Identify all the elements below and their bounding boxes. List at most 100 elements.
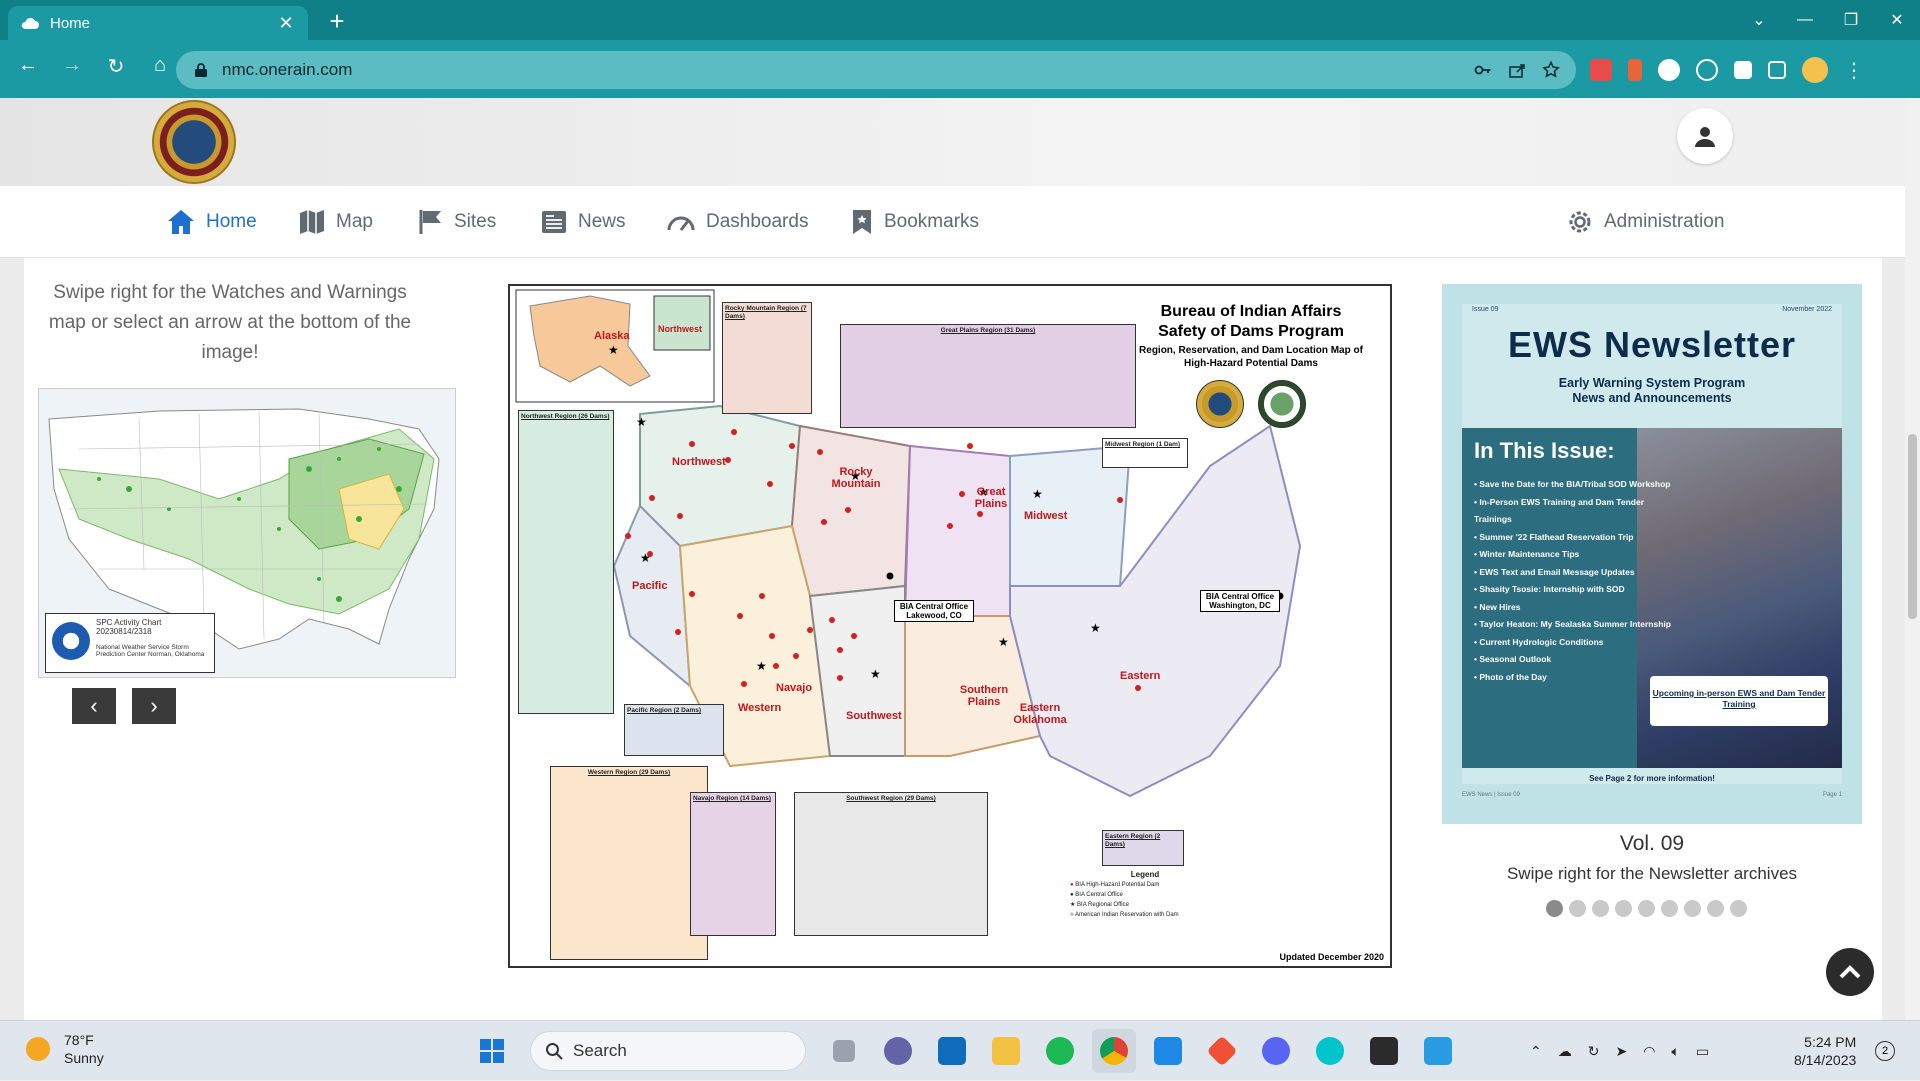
sidepanel-icon[interactable]	[1768, 61, 1786, 79]
carousel-dot[interactable]	[1730, 900, 1747, 917]
grammar-extension-icon[interactable]	[1658, 59, 1680, 81]
site-header	[0, 98, 1905, 186]
newsletter-body: In This Issue: Save the Date for the BIA…	[1462, 428, 1842, 768]
onedrive-icon[interactable]: ☁	[1558, 1043, 1572, 1060]
next-map-button[interactable]: ›	[132, 688, 176, 724]
bia-seal-logo[interactable]	[152, 100, 236, 184]
taskbar-search[interactable]: Search	[530, 1031, 806, 1071]
share-icon[interactable]	[1508, 61, 1526, 79]
teams-icon[interactable]	[876, 1029, 920, 1073]
puzzle-icon[interactable]	[1734, 61, 1752, 79]
nav-news[interactable]: News	[540, 186, 626, 258]
chrome-icon[interactable]	[1092, 1029, 1136, 1073]
main-nav: Home Map Sites News Dashboards Bookmarks…	[0, 186, 1905, 258]
flag-icon	[419, 210, 441, 234]
start-button[interactable]	[470, 1029, 514, 1073]
prev-map-button[interactable]: ‹	[72, 688, 116, 724]
terminal-icon[interactable]	[1362, 1029, 1406, 1073]
nav-home[interactable]: Home	[166, 186, 257, 258]
nav-sites[interactable]: Sites	[418, 186, 496, 258]
carousel-dot[interactable]	[1569, 900, 1586, 917]
central-office-washington: BIA Central Office Washington, DC	[1200, 590, 1280, 612]
menu-icon[interactable]: ⋮	[1844, 58, 1864, 83]
scrollbar-thumb[interactable]	[1908, 434, 1917, 619]
nav-administration[interactable]: Administration	[1566, 186, 1724, 258]
training-callout[interactable]: Upcoming in-person EWS and Dam Tender Tr…	[1650, 676, 1828, 726]
spotify-icon[interactable]	[1038, 1029, 1082, 1073]
spc-caption: SPC Activity Chart 20230814/2318 Nationa…	[45, 613, 215, 673]
photos-icon[interactable]	[1416, 1029, 1460, 1073]
region-alaska: Alaska	[594, 330, 630, 342]
tab-bar: Home ✕ + ⌄ — ❐ ✕	[0, 0, 1920, 40]
svg-text:★: ★	[608, 343, 619, 357]
volume-icon[interactable]: 🔈︎	[1671, 1043, 1679, 1060]
see-page-2: See Page 2 for more information!	[1589, 774, 1715, 783]
nav-dashboards[interactable]: Dashboards	[666, 186, 808, 258]
location-icon[interactable]: ➤	[1615, 1043, 1627, 1060]
user-menu-button[interactable]	[1677, 108, 1733, 164]
carousel-dot[interactable]	[1615, 900, 1632, 917]
noaa-logo	[52, 622, 90, 660]
chevron-up-icon[interactable]: ⌃	[1530, 1043, 1542, 1060]
vscode-icon[interactable]	[1146, 1029, 1190, 1073]
new-tab-button[interactable]: +	[322, 6, 352, 37]
weather-widget[interactable]: 78°F Sunny	[26, 1031, 104, 1067]
newsletter-subtitle: Early Warning System Program News and An…	[1558, 376, 1746, 405]
home-icon	[168, 210, 194, 234]
chevron-up-icon	[1839, 965, 1861, 979]
close-window-icon[interactable]: ✕	[1874, 10, 1920, 30]
newsletter-slide[interactable]: Issue 09 November 2022 EWS Newsletter Ea…	[1442, 284, 1862, 824]
profile-avatar[interactable]	[1802, 57, 1828, 83]
page-scrollbar[interactable]	[1905, 98, 1920, 1020]
carousel-dot[interactable]	[1684, 900, 1701, 917]
forward-icon[interactable]: →	[52, 54, 92, 79]
dam-location-map[interactable]: ★ ★ ★ ★ ★ ★ ★ ★ ★ ★ Alaska Northwest Northwest…	[508, 284, 1392, 968]
task-view-icon[interactable]	[822, 1029, 866, 1073]
pdf-extension-icon[interactable]	[1628, 59, 1642, 81]
react-extension-icon[interactable]	[1696, 59, 1718, 81]
newsletter-cover: Issue 09 November 2022 EWS Newsletter Ea…	[1462, 304, 1842, 784]
newspaper-icon	[542, 211, 566, 233]
star-icon[interactable]	[1542, 61, 1560, 79]
canva-icon[interactable]	[1308, 1029, 1352, 1073]
file-explorer-icon[interactable]	[984, 1029, 1028, 1073]
carousel-dot[interactable]	[1707, 900, 1724, 917]
nav-bookmarks[interactable]: Bookmarks	[850, 186, 979, 258]
discord-icon[interactable]	[1254, 1029, 1298, 1073]
user-icon	[1695, 127, 1715, 147]
gauge-icon	[667, 216, 695, 231]
browser-tab[interactable]: Home ✕	[8, 6, 308, 40]
carousel-dot[interactable]	[1638, 900, 1655, 917]
mail-icon[interactable]	[930, 1029, 974, 1073]
svg-text:★: ★	[640, 551, 651, 565]
record-extension-icon[interactable]	[1590, 59, 1612, 81]
reload-icon[interactable]: ↻	[96, 54, 136, 79]
sun-icon	[26, 1037, 50, 1061]
sync-icon[interactable]: ↻	[1588, 1043, 1600, 1060]
lock-icon	[195, 63, 207, 77]
carousel-dot[interactable]	[1592, 900, 1609, 917]
wifi-icon[interactable]: ◠	[1643, 1043, 1655, 1060]
minimize-icon[interactable]: —	[1782, 11, 1828, 29]
battery-icon[interactable]: ▭	[1696, 1043, 1709, 1060]
url-bar[interactable]: nmc.onerain.com	[176, 51, 1576, 89]
spc-activity-chart[interactable]: SPC Activity Chart 20230814/2318 Nationa…	[38, 388, 456, 678]
newsletter-volume: Vol. 09	[1619, 832, 1685, 855]
notification-badge[interactable]: 2	[1875, 1041, 1895, 1061]
back-icon[interactable]: ←	[8, 54, 48, 79]
key-icon[interactable]	[1474, 61, 1492, 79]
git-icon[interactable]	[1200, 1029, 1244, 1073]
navajo-region-list: Navajo Region (14 Dams)	[690, 792, 776, 936]
carousel-dot[interactable]	[1661, 900, 1678, 917]
page: Home Map Sites News Dashboards Bookmarks…	[0, 98, 1905, 1020]
tab-search-icon[interactable]: ⌄	[1736, 10, 1782, 30]
southwest-region-list: Southwest Region (29 Dams)	[794, 792, 988, 936]
nav-map[interactable]: Map	[298, 186, 373, 258]
home-browser-icon[interactable]: ⌂	[140, 54, 180, 79]
clock[interactable]: 5:24 PM 8/14/2023	[1794, 1033, 1856, 1069]
newsletter-instructions: Swipe right for the Newsletter archives	[1506, 864, 1798, 883]
restore-icon[interactable]: ❐	[1828, 10, 1874, 30]
close-tab-icon[interactable]: ✕	[276, 13, 296, 34]
scroll-to-top-button[interactable]	[1826, 948, 1874, 996]
carousel-dot[interactable]	[1546, 900, 1563, 917]
